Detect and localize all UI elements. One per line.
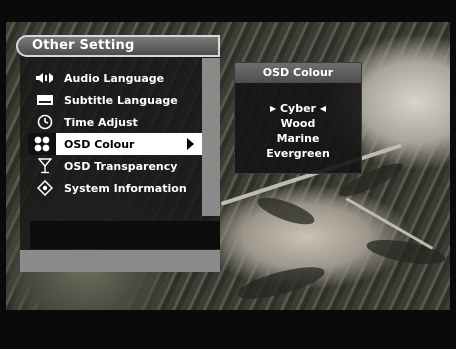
clock-icon <box>34 113 56 131</box>
menu-item-osd-colour[interactable]: OSD Colour <box>28 133 202 155</box>
menu-item-label: Subtitle Language <box>64 93 178 107</box>
colour-option-marine[interactable]: Marine <box>235 131 361 146</box>
menu-item-osd-transparency[interactable]: OSD Transparency <box>28 155 202 177</box>
chevron-right-icon <box>187 138 194 150</box>
menu-item-label: Audio Language <box>64 71 165 85</box>
option-label: Evergreen <box>266 147 330 160</box>
menu-item-label: System Information <box>64 181 187 195</box>
panel-status-box <box>30 221 220 249</box>
leaf-decoration <box>234 260 328 306</box>
leaf-decoration <box>254 192 318 230</box>
settings-menu: Audio Language Subtitle Language Time Ad… <box>28 67 202 199</box>
menu-item-audio-language[interactable]: Audio Language <box>28 67 202 89</box>
menu-title-bar: Other Setting <box>16 35 220 57</box>
panel-side-strip <box>202 58 220 216</box>
colour-option-wood[interactable]: Wood <box>235 116 361 131</box>
colour-option-evergreen[interactable]: Evergreen <box>235 146 361 161</box>
panel-footer <box>20 250 220 272</box>
osd-colour-popup: OSD Colour ▶ Cyber ◀ Wood Marine Evergre… <box>234 62 362 174</box>
menu-title: Other Setting <box>32 38 135 53</box>
menu-item-subtitle-language[interactable]: Subtitle Language <box>28 89 202 111</box>
option-label: Wood <box>280 117 316 130</box>
palette-icon <box>28 133 56 155</box>
option-label: Cyber <box>279 102 316 115</box>
option-label: Marine <box>276 132 320 145</box>
menu-item-time-adjust[interactable]: Time Adjust <box>28 111 202 133</box>
colour-options: ▶ Cyber ◀ Wood Marine Evergreen <box>235 101 361 161</box>
menu-item-label: OSD Transparency <box>64 159 178 173</box>
subtitle-icon <box>34 91 56 109</box>
leaf-decoration <box>364 235 448 269</box>
speaker-icon <box>34 69 56 87</box>
colour-option-cyber[interactable]: ▶ Cyber ◀ <box>235 101 361 116</box>
popup-title: OSD Colour <box>235 63 361 83</box>
glass-icon <box>34 157 56 175</box>
triangle-left-icon: ◀ <box>319 104 326 113</box>
info-diamond-icon <box>34 179 56 197</box>
menu-item-system-information[interactable]: System Information <box>28 177 202 199</box>
menu-item-label: Time Adjust <box>64 115 138 129</box>
triangle-right-icon: ▶ <box>269 104 277 113</box>
menu-item-label: OSD Colour <box>64 137 135 151</box>
